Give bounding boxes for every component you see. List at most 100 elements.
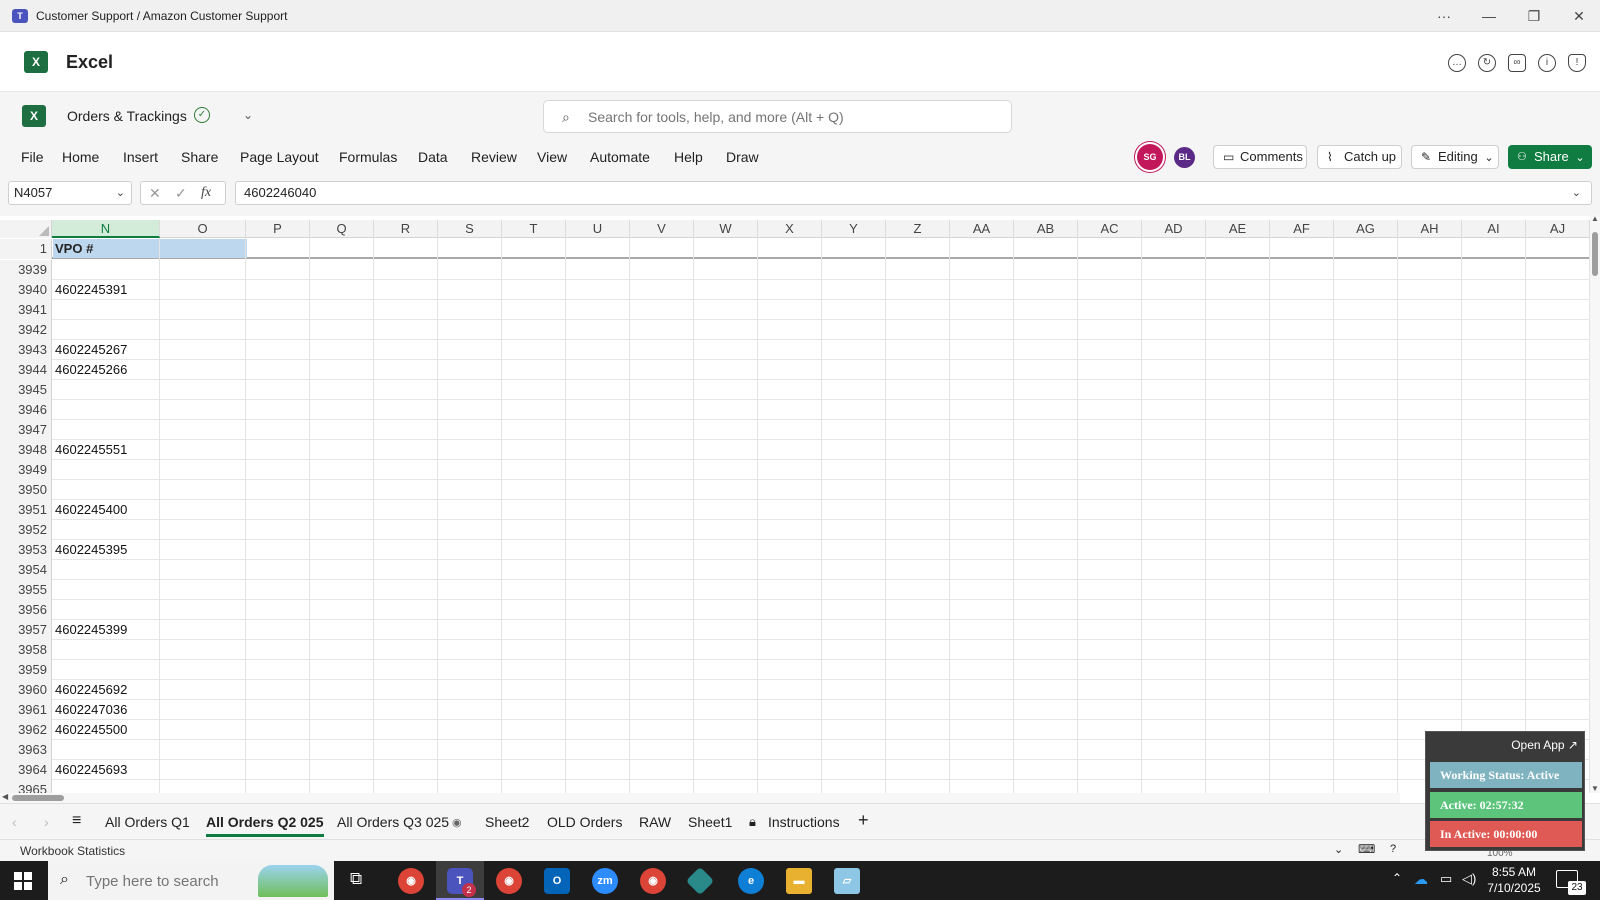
- taskbar-search[interactable]: ⌕: [48, 861, 334, 900]
- cell-vpo[interactable]: 4602245551: [55, 440, 127, 460]
- column-header-s[interactable]: S: [438, 220, 502, 238]
- all-sheets-menu-icon[interactable]: ≡: [72, 812, 81, 830]
- column-header-ae[interactable]: AE: [1206, 220, 1270, 238]
- tab-automate[interactable]: Automate: [590, 149, 650, 165]
- teams-taskbar-item[interactable]: T 2: [436, 861, 484, 900]
- row-number[interactable]: 3948: [0, 440, 52, 460]
- tab-home[interactable]: Home: [62, 149, 99, 165]
- info-icon[interactable]: i: [1538, 54, 1556, 72]
- row-number[interactable]: 3943: [0, 340, 52, 360]
- tab-review[interactable]: Review: [471, 149, 517, 165]
- row-number[interactable]: 3940: [0, 280, 52, 300]
- row-number[interactable]: 3939: [0, 260, 52, 280]
- tab-data[interactable]: Data: [418, 149, 448, 165]
- spreadsheet-grid[interactable]: N O P Q R S T U V W X Y Z AA AB AC AD AE AF AG AH AI AJ 1 VPO #…: [0, 220, 1590, 793]
- row-number[interactable]: 3958: [0, 640, 52, 660]
- column-header-v[interactable]: V: [630, 220, 694, 238]
- row-number[interactable]: 3951: [0, 500, 52, 520]
- select-all-corner[interactable]: [0, 220, 52, 238]
- network-icon[interactable]: ▭: [1440, 871, 1452, 887]
- sheet-tab-old-orders[interactable]: OLD Orders: [547, 814, 622, 830]
- catch-up-button[interactable]: ⌇ Catch up: [1317, 145, 1402, 169]
- scroll-left-icon[interactable]: ◀: [2, 792, 8, 801]
- column-header-ah[interactable]: AH: [1398, 220, 1462, 238]
- more-options-icon[interactable]: ···: [1429, 6, 1459, 26]
- workbook-statistics[interactable]: Workbook Statistics: [20, 844, 125, 858]
- column-header-p[interactable]: P: [246, 220, 310, 238]
- row-number[interactable]: 3960: [0, 680, 52, 700]
- row-number[interactable]: 3942: [0, 320, 52, 340]
- sheet-tab-all-orders-q2-025[interactable]: All Orders Q2 025: [206, 814, 324, 837]
- row-number[interactable]: 3945: [0, 380, 52, 400]
- zoom-icon[interactable]: zm: [592, 868, 618, 894]
- app-diamond-icon[interactable]: [685, 866, 715, 896]
- editing-mode-button[interactable]: ✎ Editing ⌄: [1411, 145, 1499, 169]
- cell-vpo[interactable]: 4602245693: [55, 760, 127, 780]
- task-view-icon[interactable]: ⧉: [350, 869, 362, 889]
- restore-button[interactable]: ❐: [1519, 6, 1549, 26]
- row-number[interactable]: 3946: [0, 400, 52, 420]
- chrome-profile-icon[interactable]: ◉: [496, 868, 522, 894]
- volume-icon[interactable]: ◁): [1462, 871, 1476, 887]
- row-number[interactable]: 3962: [0, 720, 52, 740]
- document-name[interactable]: Orders & Trackings: [67, 108, 187, 124]
- vertical-scrollbar[interactable]: ▲ ▼: [1590, 214, 1600, 793]
- row-number[interactable]: 3941: [0, 300, 52, 320]
- close-button[interactable]: ✕: [1564, 6, 1594, 26]
- refresh-icon[interactable]: ↻: [1478, 54, 1496, 72]
- keyboard-icon[interactable]: ⌨: [1358, 842, 1375, 856]
- row-number[interactable]: 1: [0, 239, 52, 259]
- row-number[interactable]: 3954: [0, 560, 52, 580]
- cancel-icon[interactable]: ✕: [149, 182, 161, 204]
- tab-insert[interactable]: Insert: [123, 149, 158, 165]
- chrome-icon[interactable]: ◉: [398, 868, 424, 894]
- onedrive-icon[interactable]: ☁: [1414, 871, 1428, 888]
- tab-page-layout[interactable]: Page Layout: [240, 149, 319, 165]
- row-number[interactable]: 3957: [0, 620, 52, 640]
- column-header-ac[interactable]: AC: [1078, 220, 1142, 238]
- column-header-y[interactable]: Y: [822, 220, 886, 238]
- function-icon[interactable]: fx: [201, 182, 211, 204]
- help-icon[interactable]: ?: [1390, 843, 1396, 855]
- column-header-aa[interactable]: AA: [950, 220, 1014, 238]
- row-number[interactable]: 3964: [0, 760, 52, 780]
- notepad-icon[interactable]: ▱: [834, 868, 860, 894]
- tab-draw[interactable]: Draw: [726, 149, 759, 165]
- comments-button[interactable]: ▭ Comments: [1213, 145, 1307, 169]
- prev-sheet-icon[interactable]: ‹: [12, 814, 17, 830]
- shield-icon[interactable]: !: [1568, 54, 1586, 72]
- tab-view[interactable]: View: [537, 149, 567, 165]
- column-header-n[interactable]: N: [52, 220, 160, 238]
- column-header-ag[interactable]: AG: [1334, 220, 1398, 238]
- scroll-up-icon[interactable]: ▲: [1591, 214, 1599, 223]
- cell-vpo[interactable]: 4602245266: [55, 360, 127, 380]
- row-number[interactable]: 3953: [0, 540, 52, 560]
- sheet-tab-sheet2[interactable]: Sheet2: [485, 814, 529, 830]
- tab-formulas[interactable]: Formulas: [339, 149, 397, 165]
- minimize-button[interactable]: —: [1474, 6, 1504, 26]
- taskbar-search-input[interactable]: [86, 871, 266, 891]
- show-hidden-icons[interactable]: ⌃: [1392, 871, 1402, 885]
- next-sheet-icon[interactable]: ›: [44, 814, 49, 830]
- column-header-x[interactable]: X: [758, 220, 822, 238]
- vertical-scroll-thumb[interactable]: [1592, 232, 1598, 276]
- link-icon[interactable]: ∞: [1508, 54, 1526, 72]
- row-number[interactable]: 3955: [0, 580, 52, 600]
- horizontal-scrollbar[interactable]: ◀: [0, 792, 1400, 803]
- row-number[interactable]: 3952: [0, 520, 52, 540]
- row-number[interactable]: 3947: [0, 420, 52, 440]
- taskbar-clock[interactable]: 8:55 AM 7/10/2025: [1482, 864, 1546, 896]
- sheet-tab-raw[interactable]: RAW: [639, 814, 671, 830]
- open-app-link[interactable]: Open App ↗: [1511, 738, 1578, 752]
- row-number[interactable]: 3944: [0, 360, 52, 380]
- edge-icon[interactable]: e: [738, 868, 764, 894]
- search-box[interactable]: ⌕: [543, 100, 1012, 133]
- cell-vpo[interactable]: 4602245391: [55, 280, 127, 300]
- column-header-q[interactable]: Q: [310, 220, 374, 238]
- outlook-icon[interactable]: O: [544, 868, 570, 894]
- column-header-o[interactable]: O: [160, 220, 246, 238]
- cell-vpo[interactable]: 4602245399: [55, 620, 127, 640]
- column-header-u[interactable]: U: [566, 220, 630, 238]
- column-header-t[interactable]: T: [502, 220, 566, 238]
- row-number[interactable]: 3963: [0, 740, 52, 760]
